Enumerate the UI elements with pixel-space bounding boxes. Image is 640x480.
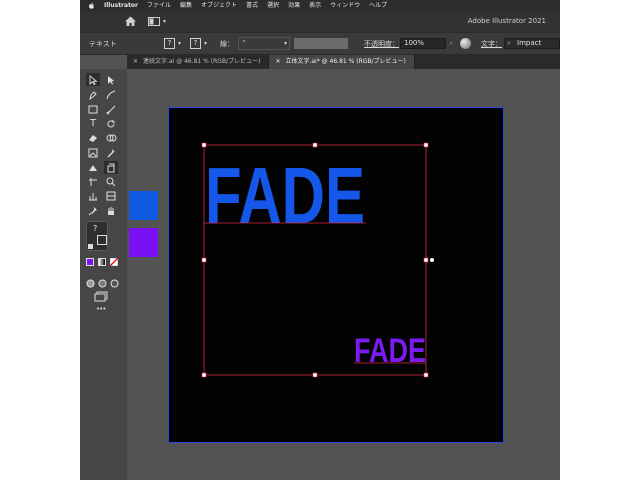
stroke-unknown-button[interactable]: ? <box>190 38 201 49</box>
menu-window[interactable]: ウィンドウ <box>330 0 360 11</box>
tools-panel: T ? ••• <box>80 69 127 480</box>
artboard-tool-icon[interactable] <box>86 175 100 188</box>
slice-tool-icon[interactable] <box>104 189 118 202</box>
graph-tool-icon[interactable] <box>86 189 100 202</box>
menu-file[interactable]: ファイル <box>147 0 171 11</box>
rectangle-tool-icon[interactable] <box>86 103 100 116</box>
menu-select[interactable]: 選択 <box>267 0 279 11</box>
purple-swatch[interactable] <box>129 228 158 257</box>
tab-renzoku[interactable]: ✕ 連続文字.ai @ 46.81 % (RGB/プレビュー) <box>127 55 270 69</box>
variable-width-profile[interactable] <box>294 38 348 49</box>
control-bar: テキスト ? ▾ ? ▾ 線： ⌃ ▾ 不透明度： 100% › 文字： ⌕ I… <box>80 32 560 55</box>
stepper-icon: ⌃ <box>241 39 247 47</box>
pen-tool-icon[interactable] <box>86 88 100 101</box>
workspace-switcher[interactable]: ▾ <box>148 17 170 26</box>
chevron-down-icon: ▾ <box>283 40 287 47</box>
direct-selection-tool-icon[interactable] <box>104 73 118 86</box>
pivot-dot[interactable] <box>430 258 434 262</box>
canvas-artwork: FADE FADE <box>201 142 434 378</box>
home-icon[interactable] <box>124 15 137 28</box>
stroke-weight-field[interactable]: ⌃ ▾ <box>238 37 290 50</box>
illustrator-window: Illustrator ファイル 編集 オブジェクト 書式 選択 効果 表示 ウ… <box>80 0 560 480</box>
big-fade-text[interactable]: FADE <box>205 151 365 240</box>
small-fade-text[interactable]: FADE <box>354 332 426 370</box>
search-icon: ⌕ <box>507 39 511 47</box>
menu-help[interactable]: ヘルプ <box>369 0 387 11</box>
fill-question-mark: ? <box>93 224 98 233</box>
font-field[interactable]: ⌕ Impact <box>504 38 560 49</box>
blend-tool-icon[interactable] <box>86 161 100 174</box>
eraser-tool-icon[interactable] <box>86 131 100 144</box>
symbol-sprayer-tool-icon[interactable] <box>104 161 118 174</box>
pin-tool-icon[interactable] <box>86 204 100 217</box>
chevron-down-icon[interactable]: ▾ <box>204 40 207 47</box>
rotate-tool-icon[interactable] <box>104 117 118 130</box>
fill-unknown-button[interactable]: ? <box>164 38 175 49</box>
default-colors-icon[interactable] <box>88 244 93 249</box>
fill-stroke-widget[interactable]: ? <box>86 221 108 251</box>
chevron-down-icon[interactable]: ▾ <box>178 40 181 47</box>
stroke-swatch[interactable] <box>97 235 107 245</box>
chevron-down-icon: ▾ <box>163 18 167 25</box>
draw-normal-icon[interactable] <box>86 273 95 288</box>
menu-view[interactable]: 表示 <box>309 0 321 11</box>
tab-label: 連続文字.ai @ 46.81 % (RGB/プレビュー) <box>143 58 261 65</box>
screen-mode-icon[interactable] <box>94 287 108 302</box>
menu-bar: Illustrator ファイル 編集 オブジェクト 書式 選択 効果 表示 ウ… <box>80 0 560 11</box>
menu-app-name[interactable]: Illustrator <box>104 0 138 11</box>
menu-edit[interactable]: 編集 <box>180 0 192 11</box>
paintbrush-tool-icon[interactable] <box>104 103 118 116</box>
close-icon[interactable]: ✕ <box>133 58 138 65</box>
draw-inside-icon[interactable] <box>110 273 119 288</box>
none-mode-icon[interactable] <box>110 258 118 266</box>
font-label[interactable]: 文字： <box>481 39 502 49</box>
opacity-label[interactable]: 不透明度： <box>364 39 399 49</box>
opacity-field[interactable]: 100% <box>400 38 446 49</box>
draw-behind-icon[interactable] <box>98 273 107 288</box>
artboard[interactable]: FADE FADE <box>168 107 504 443</box>
zoom-tool-icon[interactable] <box>104 175 118 188</box>
gradient-mode-icon[interactable] <box>98 258 106 266</box>
type-tool-icon[interactable]: T <box>86 117 100 130</box>
edit-toolbar-icon[interactable]: ••• <box>96 305 106 313</box>
mode-label: テキスト <box>89 40 117 48</box>
curvature-tool-icon[interactable] <box>104 88 118 101</box>
shape-builder-tool-icon[interactable] <box>104 131 118 144</box>
eyedropper-tool-icon[interactable] <box>104 146 118 159</box>
chevron-right-icon[interactable]: › <box>450 40 452 47</box>
apple-icon[interactable] <box>88 0 96 11</box>
stroke-label: 線： <box>220 40 234 48</box>
application-bar: ▾ Adobe Illustrator 2021 <box>80 11 560 32</box>
document-tab-bar: ✕ 連続文字.ai @ 46.81 % (RGB/プレビュー) ✕ 立体文字.ai*… <box>127 55 560 69</box>
color-mode-icon[interactable] <box>86 258 94 266</box>
menu-type[interactable]: 書式 <box>246 0 258 11</box>
selection-tool-icon[interactable] <box>86 73 100 86</box>
close-icon[interactable]: ✕ <box>275 58 280 65</box>
app-title: Adobe Illustrator 2021 <box>467 17 546 25</box>
menu-object[interactable]: オブジェクト <box>201 0 237 11</box>
hand-tool-icon[interactable] <box>104 204 118 217</box>
font-field-value: Impact <box>517 39 542 47</box>
tab-rittai[interactable]: ✕ 立体文字.ai* @ 46.81 % (RGB/プレビュー) <box>269 55 415 69</box>
tab-label: 立体文字.ai* @ 46.81 % (RGB/プレビュー) <box>285 58 406 65</box>
menu-effect[interactable]: 効果 <box>288 0 300 11</box>
recolor-icon[interactable] <box>460 38 471 49</box>
blue-swatch[interactable] <box>129 191 158 220</box>
image-tool-icon[interactable] <box>86 146 100 159</box>
